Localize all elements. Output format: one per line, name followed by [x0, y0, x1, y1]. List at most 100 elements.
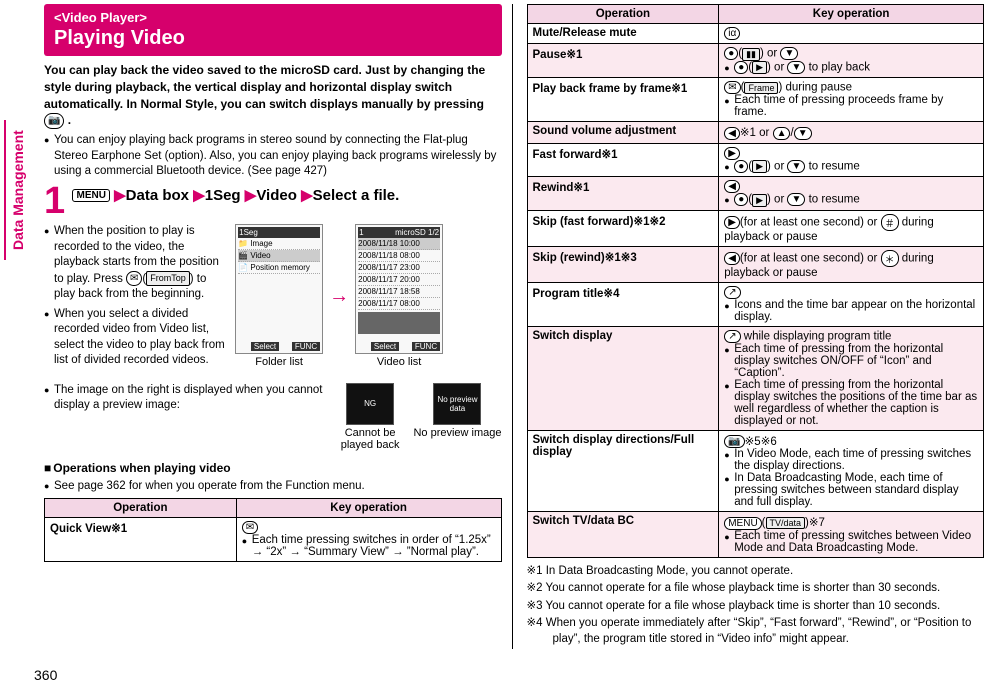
op-cell: Sound volume adjustment — [527, 122, 719, 143]
thumbs: NG Cannot be played back No preview data… — [341, 383, 502, 451]
op-cell: Skip (rewind)※1※3 — [527, 246, 719, 282]
lead-paragraph: You can play back the video saved to the… — [44, 62, 502, 129]
step-screenshots: 1Seg 📁 Image 🎬 Video 📄 Position memory S… — [235, 220, 501, 372]
video-screenshot: 1 microSD 1/2 2008/11/18 10:00 2008/11/1… — [355, 224, 443, 354]
nopreview-caption: No preview image — [413, 427, 501, 439]
page: <Video Player> Playing Video You can pla… — [0, 0, 1004, 659]
note-3: ※3 You cannot operate for a file whose p… — [527, 599, 985, 615]
menu-key-icon: MENU — [72, 189, 109, 202]
left-column: <Video Player> Playing Video You can pla… — [34, 4, 512, 649]
op-cell: Switch display directions/Full display — [527, 430, 719, 511]
ops-note: See page 362 for when you operate from t… — [44, 479, 502, 495]
lead-text: You can play back the video saved to the… — [44, 63, 485, 111]
note-2: ※2 You cannot operate for a file whose p… — [527, 581, 985, 597]
section-banner: <Video Player> Playing Video — [44, 4, 502, 56]
camera-key-icon: 📷 — [44, 113, 64, 129]
lead-end: . — [68, 113, 71, 127]
footnotes: ※1 In Data Broadcasting Mode, you cannot… — [527, 564, 985, 648]
op-cell: Fast forward※1 — [527, 143, 719, 177]
page-number: 360 — [34, 667, 1004, 683]
arrow-icon: → — [329, 285, 349, 308]
ops-table-left: Operation Key operation Quick View※1 ✉ E… — [44, 498, 502, 562]
step-part-2: 1Seg — [205, 187, 241, 204]
video-line: 2008/11/18 10:00 — [358, 238, 440, 250]
shot-line: 📄 Position memory — [238, 262, 320, 274]
op-cell: Program title※4 — [527, 282, 719, 326]
shot-func-label: FUNC — [412, 342, 440, 351]
key-icon: iα — [724, 27, 740, 40]
op-quickview: Quick View※1 — [45, 518, 237, 562]
banner-title: Playing Video — [54, 27, 492, 50]
right-column: Operation Key operation Mute/Release mut… — [512, 4, 995, 649]
key-cell: ◀●(▶) or ▼ to resume — [719, 177, 984, 211]
shot-titlebar: 1 microSD 1/2 — [358, 227, 440, 238]
shot-select-label: Select — [371, 342, 399, 351]
step-bullets: When the position to play is recorded to… — [44, 220, 227, 372]
shot-line-selected: 🎬 Video — [238, 250, 320, 262]
step-text: MENU ▶Data box ▶1Seg ▶Video ▶Select a fi… — [72, 186, 399, 204]
ng-icon: NG — [346, 383, 394, 425]
video-screenshot-wrap: 1 microSD 1/2 2008/11/18 10:00 2008/11/1… — [355, 224, 443, 368]
op-cell: Switch TV/data BC — [527, 512, 719, 557]
op-cell: Play back frame by frame※1 — [527, 78, 719, 122]
step-content: When the position to play is recorded to… — [44, 220, 502, 372]
triangle-icon: ▶ — [114, 187, 126, 204]
fromtop-label: FromTop — [146, 271, 190, 285]
key-cell: ↗ while displaying program titleEach tim… — [719, 326, 984, 430]
key-cell: ▶(for at least one second) or ＃ during p… — [719, 210, 984, 246]
op-cell: Switch display — [527, 326, 719, 430]
shot-title: 1Seg — [238, 227, 320, 238]
step-part-3: Video — [256, 187, 297, 204]
op-cell: Rewind※1 — [527, 177, 719, 211]
step-bullet-2: When you select a divided recorded video… — [44, 307, 227, 369]
video-line: 2008/11/17 23:00 — [358, 262, 440, 274]
video-line: 2008/11/17 20:00 — [358, 274, 440, 286]
step-number: 1 — [44, 186, 65, 216]
folder-screenshot-wrap: 1Seg 📁 Image 🎬 Video 📄 Position memory S… — [235, 224, 323, 368]
step-1: 1 MENU ▶Data box ▶1Seg ▶Video ▶Select a … — [44, 186, 502, 216]
video-line: 2008/11/17 08:00 — [358, 298, 440, 310]
nopreview-icon: No preview data — [433, 383, 481, 425]
thumb-ng: NG Cannot be played back — [341, 383, 400, 451]
intro-bullet: You can enjoy playing back programs in s… — [44, 133, 502, 180]
step-part-4: Select a file. — [313, 187, 400, 204]
th-operation: Operation — [45, 499, 237, 518]
ng-caption-2: played back — [341, 439, 400, 451]
op-cell: Skip (fast forward)※1※2 — [527, 210, 719, 246]
mail-key-icon: ✉ — [126, 271, 142, 287]
key-cell: ◀※1 or ▲/▼ — [719, 122, 984, 143]
th-key: Key operation — [719, 5, 984, 24]
op-cell: Pause※1 — [527, 44, 719, 78]
step-bullet-1: When the position to play is recorded to… — [44, 224, 227, 302]
video-preview-thumb — [358, 312, 440, 334]
triangle-icon: ▶ — [301, 187, 313, 204]
step-part-1: Data box — [126, 187, 189, 204]
shot-func-label: FUNC — [292, 342, 320, 351]
key-cell: ✉(Frame) during pauseEach time of pressi… — [719, 78, 984, 122]
folder-screenshot: 1Seg 📁 Image 🎬 Video 📄 Position memory S… — [235, 224, 323, 354]
th-key: Key operation — [236, 499, 501, 518]
video-line: 2008/11/18 08:00 — [358, 250, 440, 262]
ops-table-right: Operation Key operation Mute/Release mut… — [527, 4, 985, 558]
video-line: 2008/11/17 18:58 — [358, 286, 440, 298]
key-cell: ↗Icons and the time bar appear on the ho… — [719, 282, 984, 326]
thumb-nopreview: No preview data No preview image — [413, 383, 501, 451]
video-caption: Video list — [355, 356, 443, 368]
preview-row: The image on the right is displayed when… — [44, 379, 502, 451]
side-tab: Data Management — [4, 120, 26, 260]
note-4: ※4 When you operate immediately after “S… — [527, 616, 985, 647]
op-cell: Mute/Release mute — [527, 24, 719, 44]
key-cell: iα — [719, 24, 984, 44]
key-cell: MENU(TV/data)※7Each time of pressing swi… — [719, 512, 984, 557]
side-tab-label: Data Management — [4, 120, 26, 260]
preview-note: The image on the right is displayed when… — [44, 383, 335, 414]
banner-sub: <Video Player> — [54, 10, 492, 25]
key-cell: ●(▮▮) or ▼●(▶) or ▼ to play back — [719, 44, 984, 78]
note-1: ※1 In Data Broadcasting Mode, you cannot… — [527, 564, 985, 580]
ng-caption-1: Cannot be — [341, 427, 400, 439]
triangle-icon: ▶ — [245, 187, 257, 204]
th-operation: Operation — [527, 5, 719, 24]
triangle-icon: ▶ — [193, 187, 205, 204]
key-cell: ▶●(▶) or ▼ to resume — [719, 143, 984, 177]
key-cell: 📷※5※6In Video Mode, each time of pressin… — [719, 430, 984, 511]
